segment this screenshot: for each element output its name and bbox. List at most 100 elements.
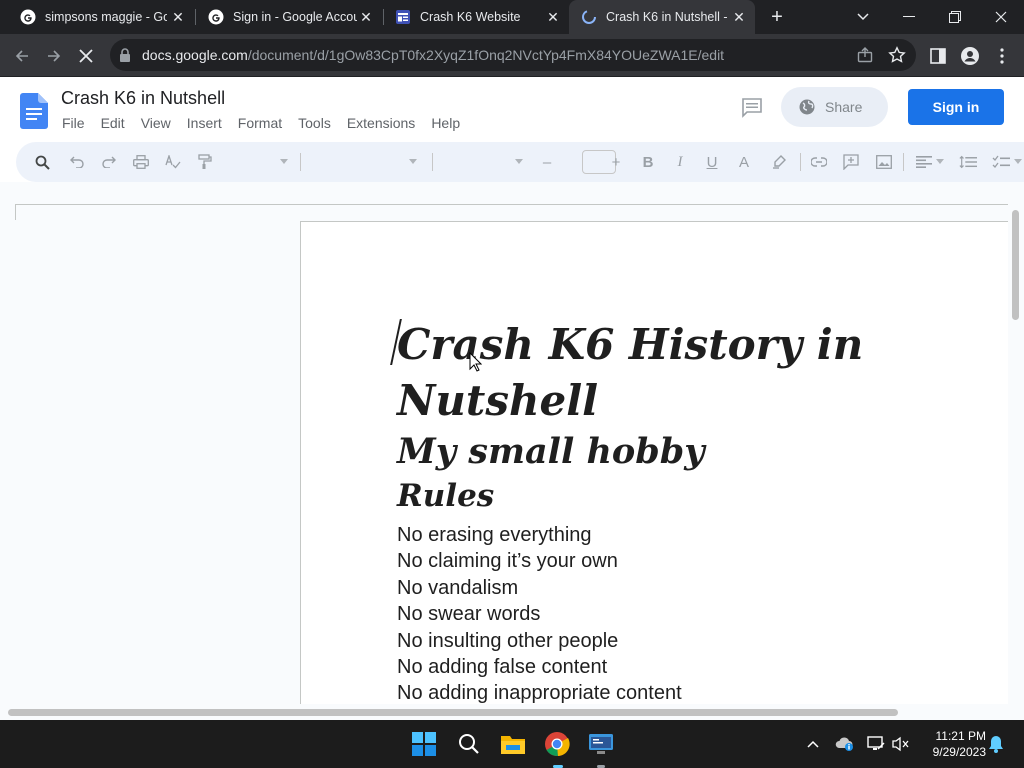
rule-item[interactable]: No vandalism [397, 575, 682, 601]
increase-font-size-button[interactable]: + [607, 153, 625, 171]
rule-item[interactable]: No adding inappropriate content [397, 680, 682, 706]
close-tab-icon[interactable]: ✕ [731, 9, 747, 25]
menu-insert[interactable]: Insert [187, 115, 222, 131]
chrome-taskbar-button[interactable] [541, 728, 573, 760]
line-spacing-button[interactable] [959, 153, 977, 171]
tab-title: Sign in - Google Accou [233, 10, 357, 24]
highlight-color-button[interactable] [770, 153, 788, 171]
notifications-button[interactable] [986, 734, 1006, 754]
mouse-pointer-icon [469, 352, 482, 372]
taskbar-clock[interactable]: 11:21 PM 9/29/2023 [920, 728, 986, 760]
profile-button[interactable] [960, 46, 980, 66]
file-explorer-button[interactable] [497, 728, 529, 760]
menu-file[interactable]: File [62, 115, 85, 131]
spellcheck-button[interactable] [164, 153, 182, 171]
undo-icon [70, 156, 84, 168]
zoom-dropdown-arrow[interactable] [280, 159, 288, 164]
insert-image-button[interactable] [875, 153, 893, 171]
menu-help[interactable]: Help [431, 115, 460, 131]
docs-menubar: File Edit View Insert Format Tools Exten… [62, 115, 476, 131]
spellcheck-icon [165, 155, 181, 169]
volume-tray-button[interactable] [891, 734, 911, 754]
menu-edit[interactable]: Edit [101, 115, 125, 131]
side-panel-icon [930, 48, 946, 64]
align-left-icon [916, 156, 932, 168]
minimize-icon [903, 16, 915, 17]
restore-icon [949, 11, 961, 23]
show-hidden-icons-button[interactable] [803, 734, 823, 754]
speaker-muted-icon [892, 736, 909, 752]
onedrive-tray-button[interactable] [835, 734, 855, 754]
forward-button[interactable] [40, 42, 68, 70]
side-panel-button[interactable] [928, 46, 948, 66]
close-tab-icon[interactable]: ✕ [170, 9, 186, 25]
address-bar[interactable]: docs.google.com/document/d/1gOw83CpT0fx2… [110, 39, 916, 71]
rule-item[interactable]: No claiming it’s your own [397, 548, 682, 574]
paint-roller-icon [198, 154, 212, 169]
new-tab-button[interactable]: + [766, 6, 788, 28]
insert-link-button[interactable] [810, 153, 828, 171]
chrome-menu-button[interactable] [992, 46, 1012, 66]
checklist-dropdown-arrow[interactable] [1014, 159, 1022, 164]
comment-history-icon[interactable] [741, 96, 763, 118]
start-button[interactable] [408, 728, 440, 760]
vertical-scrollbar[interactable] [1012, 210, 1019, 320]
align-dropdown-arrow[interactable] [936, 159, 944, 164]
font-dropdown-arrow[interactable] [515, 159, 523, 164]
style-dropdown-arrow[interactable] [409, 159, 417, 164]
print-button[interactable] [132, 153, 150, 171]
document-heading[interactable]: Crash K6 History in Nutshell [397, 317, 867, 429]
browser-tab[interactable]: simpsons maggie - Goo ✕ [8, 0, 194, 34]
sign-in-button[interactable]: Sign in [908, 89, 1004, 125]
toolbar-separator [800, 153, 801, 171]
underline-button[interactable]: U [703, 153, 721, 171]
browser-tab[interactable]: Sign in - Google Accou ✕ [196, 0, 382, 34]
document-title[interactable]: Crash K6 in Nutshell [61, 88, 225, 109]
italic-button[interactable]: I [671, 153, 689, 171]
tab-title: simpsons maggie - Goo [45, 10, 167, 24]
minimize-button[interactable] [886, 0, 932, 34]
bold-button[interactable]: B [639, 153, 657, 171]
close-tab-icon[interactable]: ✕ [545, 9, 561, 25]
add-comment-button[interactable] [842, 153, 860, 171]
rule-item[interactable]: No swear words [397, 601, 682, 627]
search-menus-button[interactable] [33, 153, 51, 171]
chevron-up-icon [807, 740, 819, 748]
share-button[interactable]: Share [781, 87, 888, 127]
menu-extensions[interactable]: Extensions [347, 115, 415, 131]
menu-format[interactable]: Format [238, 115, 282, 131]
network-tray-button[interactable] [866, 734, 886, 754]
text-color-button[interactable]: A [735, 153, 753, 171]
google-docs-logo-icon[interactable] [20, 93, 48, 129]
undo-button[interactable] [68, 153, 86, 171]
tab-search-button[interactable] [840, 0, 886, 34]
align-button[interactable] [915, 153, 933, 171]
bookmark-star-icon[interactable] [888, 46, 906, 64]
menu-tools[interactable]: Tools [298, 115, 331, 131]
menu-view[interactable]: View [141, 115, 171, 131]
rule-item[interactable]: No insulting other people [397, 628, 682, 654]
share-page-icon[interactable] [856, 46, 874, 64]
decrease-font-size-button[interactable]: – [538, 153, 556, 171]
close-icon [995, 11, 1007, 23]
redo-button[interactable] [100, 153, 118, 171]
browser-tab-active[interactable]: Crash K6 in Nutshell - ( ✕ [569, 0, 755, 34]
stop-loading-button[interactable] [72, 42, 100, 70]
google-sites-icon [396, 10, 410, 24]
rule-item[interactable]: No erasing everything [397, 522, 682, 548]
terminal-taskbar-button[interactable] [585, 728, 617, 760]
rule-item[interactable]: No adding false content [397, 654, 682, 680]
rules-heading[interactable]: Rules [397, 476, 494, 516]
clock-time: 11:21 PM [935, 729, 986, 743]
document-subheading[interactable]: My small hobby [397, 430, 705, 474]
document-page[interactable]: Crash K6 History in Nutshell My small ho… [300, 221, 1008, 721]
restore-button[interactable] [932, 0, 978, 34]
checklist-button[interactable] [992, 153, 1010, 171]
paint-format-button[interactable] [196, 153, 214, 171]
horizontal-scrollbar[interactable] [8, 709, 898, 716]
browser-tab[interactable]: Crash K6 Website ✕ [383, 0, 569, 34]
close-window-button[interactable] [978, 0, 1024, 34]
taskbar-search-button[interactable] [453, 728, 485, 760]
back-button[interactable] [8, 42, 36, 70]
close-tab-icon[interactable]: ✕ [358, 9, 374, 25]
